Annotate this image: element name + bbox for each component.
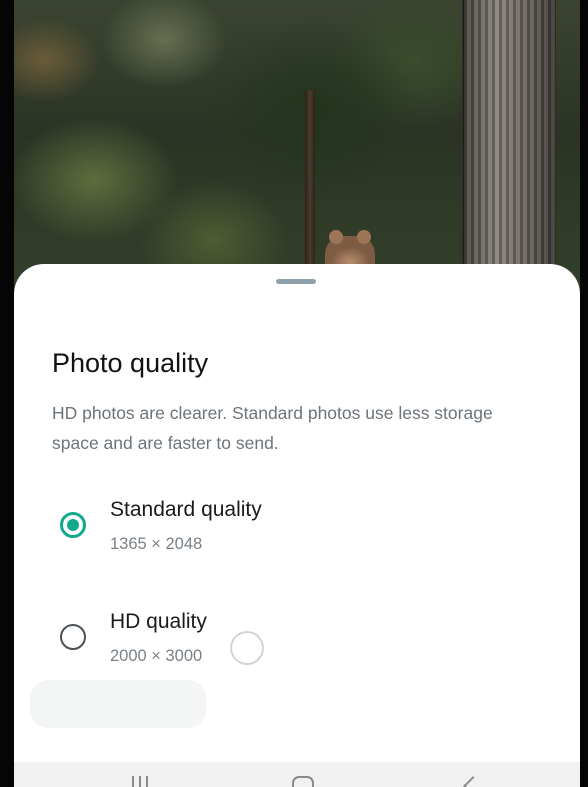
screen-edge-left xyxy=(0,0,14,787)
touch-indicator xyxy=(230,631,264,665)
option-hd-quality[interactable]: HD quality 2000 × 3000 xyxy=(52,610,532,680)
photo-detail-tree xyxy=(305,90,315,270)
home-icon[interactable] xyxy=(292,776,314,787)
option-label: HD quality xyxy=(110,610,207,633)
recent-apps-icon[interactable] xyxy=(132,776,152,787)
radio-selected-icon[interactable] xyxy=(60,512,86,538)
sheet-drag-handle[interactable] xyxy=(276,279,316,284)
option-standard-quality[interactable]: Standard quality 1365 × 2048 xyxy=(52,498,532,568)
radio-dot xyxy=(67,519,79,531)
sheet-description: HD photos are clearer. Standard photos u… xyxy=(52,403,493,453)
system-navigation-bar xyxy=(14,762,580,787)
screen: Photo quality HD photos are clearer. Sta… xyxy=(0,0,588,787)
back-icon[interactable] xyxy=(463,776,483,787)
photo-detail-trunk xyxy=(462,0,556,300)
option-dimensions: 2000 × 3000 xyxy=(110,647,203,665)
screen-edge-right xyxy=(580,0,588,787)
sheet-title: Photo quality xyxy=(52,348,209,378)
photo-quality-sheet: Photo quality HD photos are clearer. Sta… xyxy=(14,264,580,787)
option-dimensions: 1365 × 2048 xyxy=(110,535,203,553)
option-label: Standard quality xyxy=(110,498,262,521)
radio-unselected-icon[interactable] xyxy=(60,624,86,650)
faded-overlay xyxy=(30,680,206,728)
